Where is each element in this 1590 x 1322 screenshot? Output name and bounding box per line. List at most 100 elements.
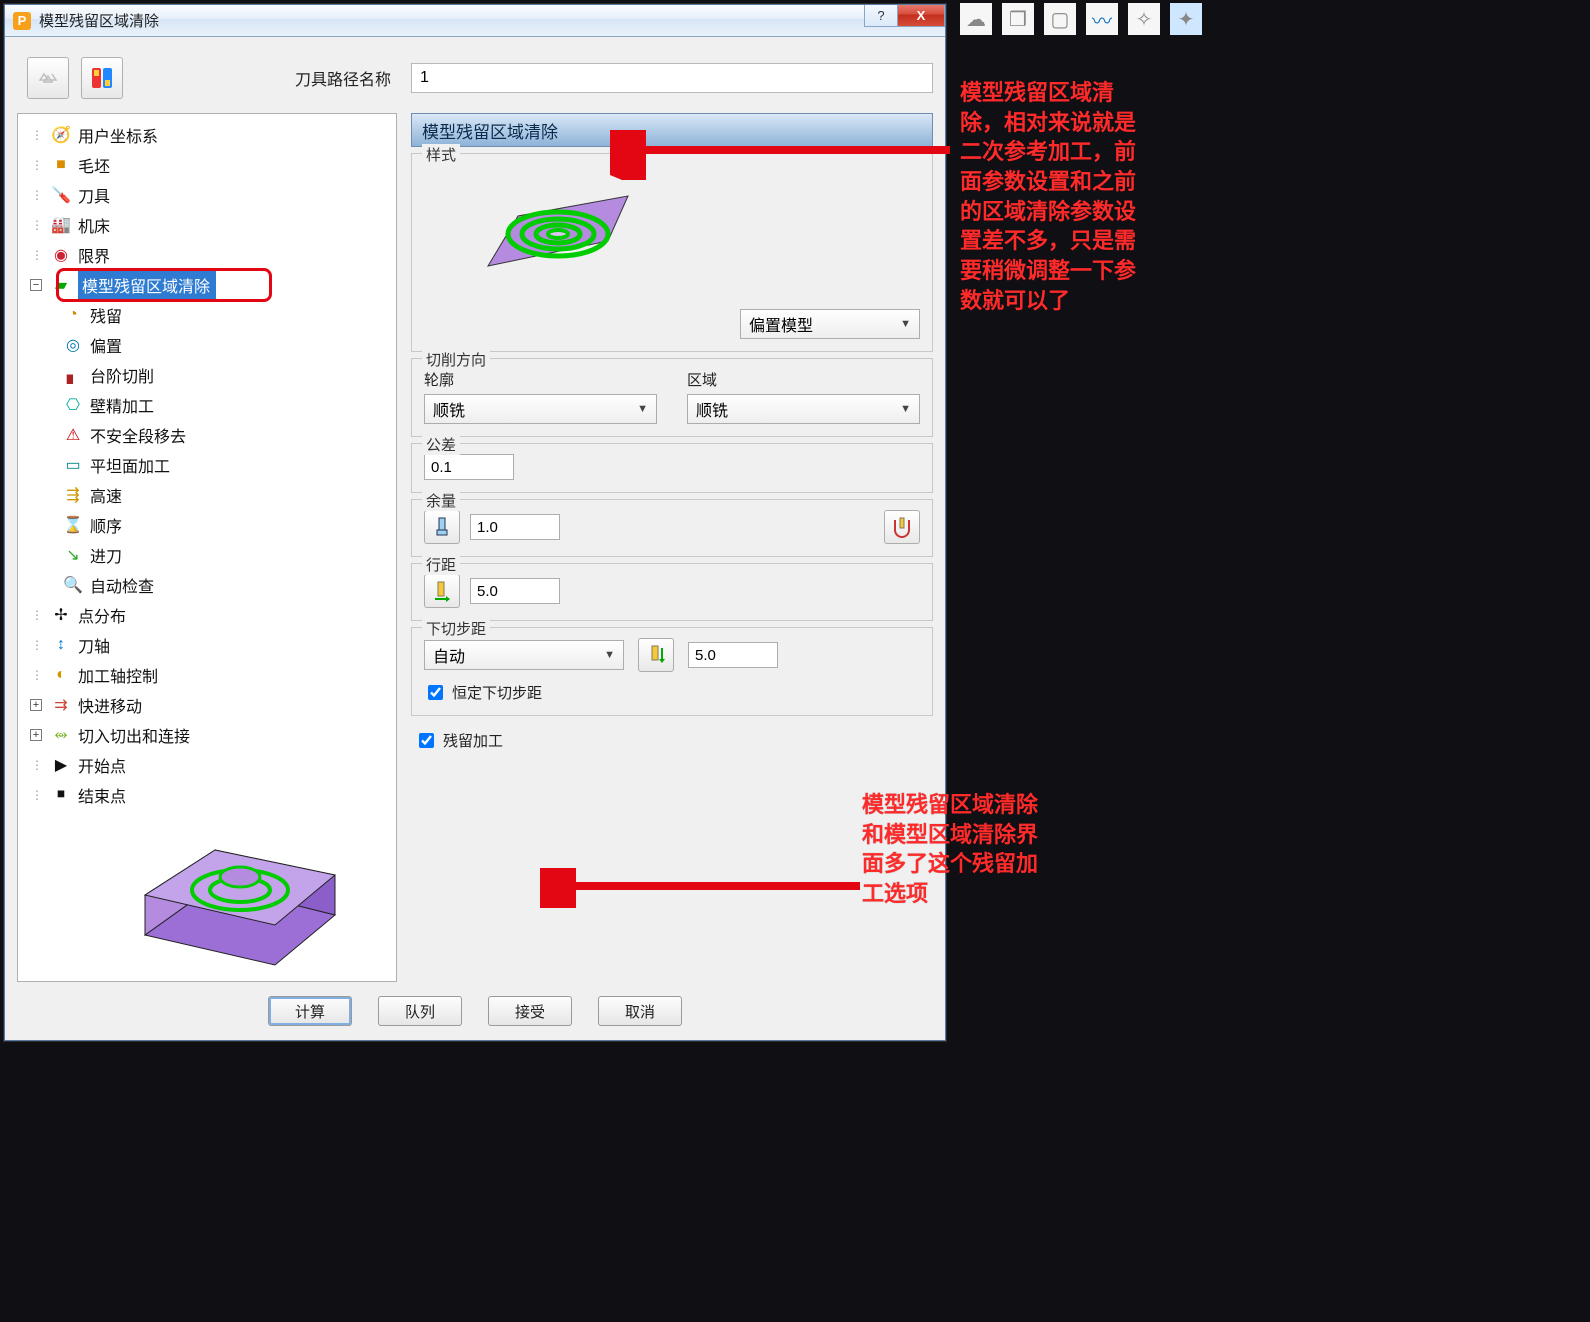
stepover-input[interactable] <box>470 578 560 604</box>
profile-select[interactable]: 顺铣 ▼ <box>424 394 657 424</box>
tree-item-pointdist[interactable]: ⋮✢点分布 <box>22 600 392 630</box>
tree-item-wall[interactable]: ⎔壁精加工 <box>22 390 392 420</box>
external-toolbar: ☁ ❒ ▢ 〰 ✧ ✦ <box>960 3 1202 35</box>
unsafe-icon: ⚠ <box>62 424 84 446</box>
stepdown-icon <box>646 644 666 666</box>
cancel-label: 取消 <box>625 1001 655 1022</box>
style-select[interactable]: 偏置模型 ▼ <box>740 309 920 339</box>
app-canvas: ☁ ❒ ▢ 〰 ✧ ✦ P 模型残留区域清除 ? X <box>0 0 1590 1322</box>
pattern-button[interactable] <box>81 57 123 99</box>
toolpath-name-input[interactable] <box>411 63 933 93</box>
calc-button[interactable]: 计算 <box>268 996 352 1026</box>
stock-input[interactable] <box>470 514 560 540</box>
tree-label: 加工轴控制 <box>78 663 158 687</box>
tree-item-rest-area-clear[interactable]: − ▰ 模型残留区域清除 <box>22 270 392 300</box>
stepdown-input[interactable] <box>688 642 778 668</box>
box-icon[interactable]: ▢ <box>1044 3 1076 35</box>
snap-icon[interactable]: ✧ <box>1128 3 1160 35</box>
cutdir-legend: 切削方向 <box>422 349 490 370</box>
arrow-top <box>610 130 960 180</box>
tree-item-axisctrl[interactable]: ⋮◐加工轴控制 <box>22 660 392 690</box>
highspeed-icon: ⇶ <box>62 484 84 506</box>
tree-item-highspeed[interactable]: ⇶ 高速 <box>22 480 392 510</box>
accept-button[interactable]: 接受 <box>488 996 572 1026</box>
tree-label: 限界 <box>78 243 110 267</box>
tree-item-rapid[interactable]: +⇉快进移动 <box>22 690 392 720</box>
close-button[interactable]: X <box>897 5 945 27</box>
cloud-icon[interactable]: ☁ <box>960 3 992 35</box>
tree-item-flat[interactable]: ▭平坦面加工 <box>22 450 392 480</box>
recycle-button[interactable] <box>27 57 69 99</box>
app-icon: P <box>13 12 31 30</box>
tree-label: 机床 <box>78 213 110 237</box>
tree-item-tool[interactable]: ⋮🪛刀具 <box>22 180 392 210</box>
boundary-icon: ◉ <box>50 244 72 266</box>
tree-item-rest[interactable]: ◔残留 <box>22 300 392 330</box>
rest-machining-checkbox[interactable] <box>419 733 434 748</box>
pattern-icon <box>88 64 116 92</box>
tree-label: 残留 <box>90 303 122 327</box>
stock-aux-button[interactable] <box>884 510 920 544</box>
stepover-icon-button[interactable] <box>424 574 460 608</box>
tree-label: 高速 <box>90 483 122 507</box>
expand-toggle[interactable]: + <box>30 699 42 711</box>
cancel-button[interactable]: 取消 <box>598 996 682 1026</box>
style-legend: 样式 <box>422 144 460 165</box>
chevron-down-icon: ▼ <box>900 403 911 415</box>
tree-item-ucs[interactable]: ⋮🧭用户坐标系 <box>22 120 392 150</box>
window-title: 模型残留区域清除 <box>39 10 159 31</box>
expand-toggle[interactable]: + <box>30 729 42 741</box>
start-icon: ▶ <box>50 754 72 776</box>
bottom-buttons: 计算 队列 接受 取消 <box>17 982 933 1030</box>
tree-label: 平坦面加工 <box>90 453 170 477</box>
toolpath-name-label: 刀具路径名称 <box>295 66 391 90</box>
constant-stepdown-check[interactable]: 恒定下切步距 <box>424 682 920 703</box>
tree-item-start[interactable]: ⋮▶开始点 <box>22 750 392 780</box>
help-label: ? <box>877 8 884 23</box>
rest-machining-check[interactable]: 残留加工 <box>415 730 933 751</box>
stock-fieldset: 余量 <box>411 499 933 557</box>
expand-toggle[interactable]: − <box>30 279 42 291</box>
tree-item-order[interactable]: ⌛顺序 <box>22 510 392 540</box>
chevron-down-icon: ▼ <box>900 318 911 330</box>
axisctrl-icon: ◐ <box>50 664 72 686</box>
tree-item-links[interactable]: +⥈切入切出和连接 <box>22 720 392 750</box>
help-button[interactable]: ? <box>864 5 898 27</box>
stock-icon: ■ <box>50 154 72 176</box>
tree-label: 点分布 <box>78 603 126 627</box>
stock-icon-button[interactable] <box>424 510 460 544</box>
pointer-icon[interactable]: ✦ <box>1170 3 1202 35</box>
tree-label: 自动检查 <box>90 573 154 597</box>
tree-item-offset[interactable]: ◎偏置 <box>22 330 392 360</box>
wall-icon: ⎔ <box>62 394 84 416</box>
tree-label: 快进移动 <box>78 693 142 717</box>
lead-icon: ↘ <box>62 544 84 566</box>
annotation-bottom: 模型残留区域清除 和模型区域清除界 面多了这个残留加 工选项 <box>862 790 1092 909</box>
tree-item-terrace[interactable]: ▖台阶切削 <box>22 360 392 390</box>
tree-item-boundary[interactable]: ⋮◉限界 <box>22 240 392 270</box>
stock-legend: 余量 <box>422 490 460 511</box>
tolerance-input[interactable] <box>424 454 514 480</box>
tree-item-lead[interactable]: ↘进刀 <box>22 540 392 570</box>
tree-item-machine[interactable]: ⋮🏭机床 <box>22 210 392 240</box>
tree-item-autocheck[interactable]: 🔍自动检查 <box>22 570 392 600</box>
top-row: 刀具路径名称 <box>17 47 933 113</box>
tree-label: 顺序 <box>90 513 122 537</box>
cube-stack-icon[interactable]: ❒ <box>1002 3 1034 35</box>
machine-icon: 🏭 <box>50 214 72 236</box>
area-select[interactable]: 顺铣 ▼ <box>687 394 920 424</box>
tree-item-unsafe[interactable]: ⚠不安全段移去 <box>22 420 392 450</box>
constant-stepdown-checkbox[interactable] <box>428 685 443 700</box>
stepdown-mode-value: 自动 <box>433 643 465 667</box>
curve-icon[interactable]: 〰 <box>1086 3 1118 35</box>
tree-item-toolaxis[interactable]: ⋮↕刀轴 <box>22 630 392 660</box>
stepdown-mode-select[interactable]: 自动 ▼ <box>424 640 624 670</box>
style-fieldset: 样式 偏置模型 ▼ <box>411 153 933 352</box>
queue-button[interactable]: 队列 <box>378 996 462 1026</box>
terrace-icon: ▖ <box>62 364 84 386</box>
stepdown-icon-button[interactable] <box>638 638 674 672</box>
tree-label: 用户坐标系 <box>78 123 158 147</box>
tree-item-stock[interactable]: ⋮■毛坯 <box>22 150 392 180</box>
cutdir-fieldset: 切削方向 轮廓 顺铣 ▼ 区域 <box>411 358 933 437</box>
tool-u-icon <box>891 516 913 538</box>
